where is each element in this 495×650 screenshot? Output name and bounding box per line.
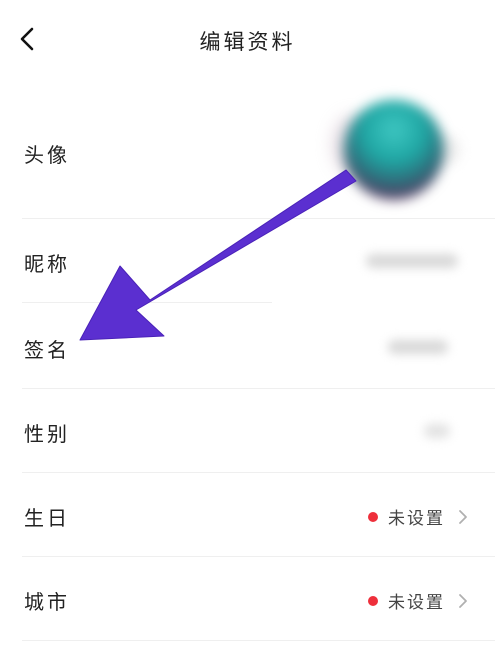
city-row[interactable]: 城市 未设置 bbox=[0, 558, 495, 640]
chevron-right-icon bbox=[455, 593, 471, 609]
birthday-label: 生日 bbox=[24, 506, 70, 530]
divider-city bbox=[22, 640, 495, 641]
birthday-value-text: 未设置 bbox=[388, 509, 445, 529]
avatar[interactable] bbox=[344, 100, 444, 200]
divider-avatar bbox=[22, 218, 495, 219]
gender-label: 性别 bbox=[24, 422, 70, 446]
birthday-value[interactable]: 未设置 bbox=[368, 504, 471, 529]
city-label: 城市 bbox=[24, 590, 70, 614]
nickname-value-blurred bbox=[366, 254, 458, 268]
red-dot-icon bbox=[368, 511, 378, 522]
page-title: 编辑资料 bbox=[199, 30, 296, 54]
avatar-label: 头像 bbox=[24, 143, 70, 167]
divider-signature bbox=[22, 388, 495, 389]
gender-value-blurred bbox=[424, 424, 450, 438]
city-value[interactable]: 未设置 bbox=[368, 588, 471, 613]
top-bar: 编辑资料 bbox=[0, 0, 495, 84]
divider-nickname bbox=[22, 302, 272, 303]
gender-row[interactable]: 性别 bbox=[0, 390, 495, 472]
signature-label: 签名 bbox=[24, 338, 70, 362]
divider-birthday bbox=[22, 556, 495, 557]
red-dot-icon bbox=[368, 595, 378, 606]
edit-profile-page: 编辑资料 头像 昵称 签名 性别 生日 未设置 城市 未设置 bbox=[0, 0, 495, 650]
city-value-text: 未设置 bbox=[388, 593, 445, 613]
chevron-right-icon bbox=[455, 509, 471, 525]
nickname-label: 昵称 bbox=[24, 252, 70, 276]
birthday-row[interactable]: 生日 未设置 bbox=[0, 474, 495, 556]
divider-gender bbox=[22, 472, 495, 473]
signature-value-blurred bbox=[388, 340, 448, 354]
